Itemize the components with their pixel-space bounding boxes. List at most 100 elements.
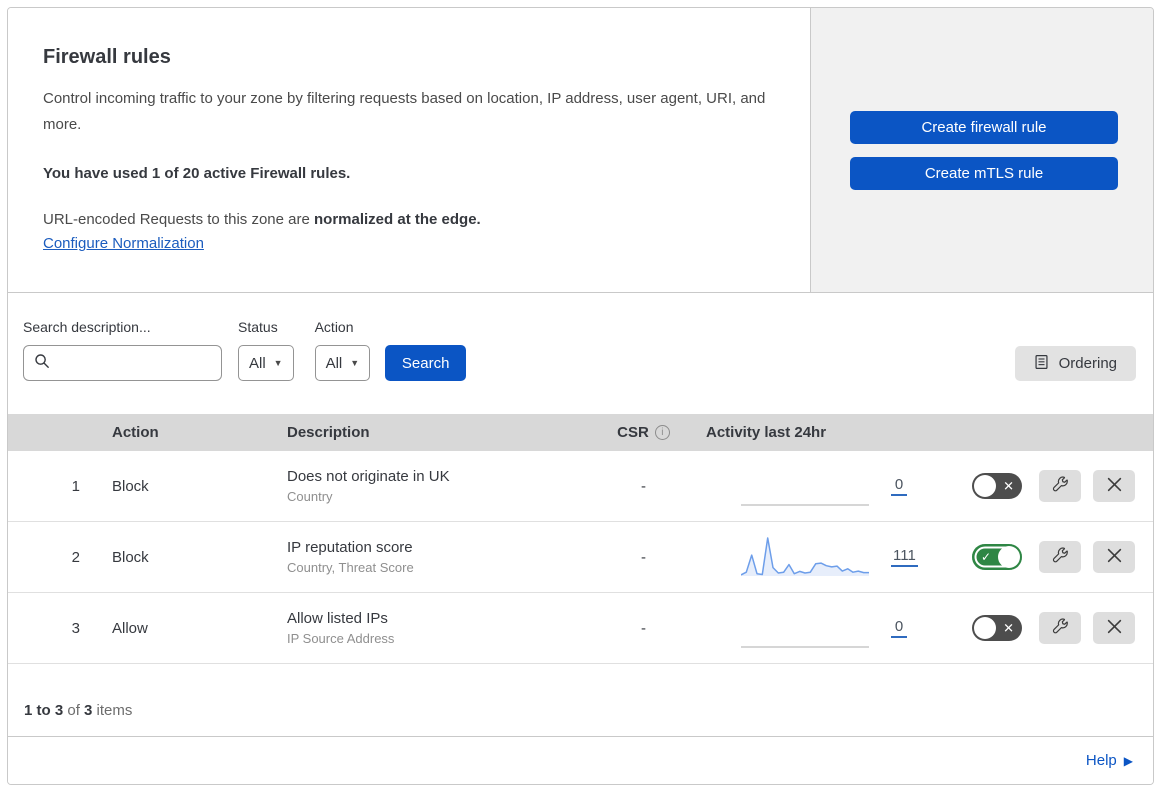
status-field: Status All ▼ bbox=[238, 319, 294, 381]
rule-csr: - bbox=[641, 619, 646, 637]
rule-description: Does not originate in UK bbox=[287, 468, 450, 485]
rule-description-cell: IP reputation score Country, Threat Scor… bbox=[279, 539, 596, 575]
rule-description: IP reputation score bbox=[287, 539, 413, 556]
ordering-button[interactable]: Ordering bbox=[1014, 346, 1136, 381]
rule-controls: ✕ bbox=[956, 470, 1153, 502]
rule-action: Block bbox=[112, 548, 149, 566]
enable-toggle[interactable]: ✕ bbox=[972, 473, 1022, 499]
col-action: Action bbox=[112, 424, 159, 441]
search-icon bbox=[34, 353, 50, 374]
status-dropdown-value: All bbox=[249, 354, 266, 372]
intro-card: Firewall rules Control incoming traffic … bbox=[8, 8, 811, 292]
rule-priority: 3 bbox=[71, 619, 80, 637]
rule-description-cell: Allow listed IPs IP Source Address bbox=[279, 610, 596, 646]
toggle-state-icon: ✓ bbox=[981, 550, 992, 564]
col-activity: Activity last 24hr bbox=[706, 424, 827, 441]
enable-toggle[interactable]: ✕ bbox=[972, 615, 1022, 641]
chevron-down-icon: ▼ bbox=[273, 358, 283, 368]
delete-rule-button[interactable] bbox=[1093, 612, 1135, 644]
info-icon[interactable]: i bbox=[654, 425, 670, 440]
rule-fields: IP Source Address bbox=[287, 631, 395, 646]
edit-rule-button[interactable] bbox=[1039, 470, 1081, 502]
search-description-input[interactable] bbox=[57, 354, 211, 372]
pagination-items: items bbox=[92, 702, 133, 719]
activity-count-link[interactable]: 111 bbox=[891, 547, 918, 567]
col-csr: CSR i bbox=[596, 424, 691, 441]
table-row: 1 Block Does not originate in UK Country… bbox=[8, 451, 1153, 522]
action-dropdown[interactable]: All ▼ bbox=[314, 345, 371, 381]
rule-csr: - bbox=[641, 477, 646, 495]
search-button-wrap: Search bbox=[385, 345, 467, 381]
normalization-text: URL-encoded Requests to this zone are bbox=[43, 211, 314, 228]
ordering-list-icon bbox=[1034, 354, 1049, 374]
action-label: Action bbox=[314, 319, 354, 335]
chevron-down-icon: ▼ bbox=[350, 358, 360, 368]
action-dropdown-value: All bbox=[325, 354, 343, 372]
page-description: Control incoming traffic to your zone by… bbox=[43, 90, 766, 133]
col-csr-label: CSR bbox=[617, 424, 649, 441]
activity-sparkline bbox=[741, 534, 869, 580]
configure-normalization-link[interactable]: Configure Normalization bbox=[43, 235, 204, 252]
rule-description-cell: Does not originate in UK Country bbox=[279, 468, 596, 504]
search-box bbox=[23, 345, 222, 381]
activity-count-link[interactable]: 0 bbox=[891, 476, 907, 496]
table-row: 2 Block IP reputation score Country, Thr… bbox=[8, 522, 1153, 593]
edit-rule-button[interactable] bbox=[1039, 612, 1081, 644]
ordering-button-label: Ordering bbox=[1058, 355, 1117, 372]
rule-priority: 2 bbox=[71, 548, 80, 566]
col-description: Description bbox=[287, 424, 370, 441]
normalization-bold-text: normalized at the edge. bbox=[314, 211, 481, 228]
search-button[interactable]: Search bbox=[385, 345, 467, 381]
delete-rule-button[interactable] bbox=[1093, 541, 1135, 573]
rule-action: Block bbox=[112, 477, 149, 495]
table-row: 3 Allow Allow listed IPs IP Source Addre… bbox=[8, 593, 1153, 664]
filter-bar: Search description... Status All ▼ Actio… bbox=[8, 293, 1153, 414]
rule-controls: ✓ bbox=[956, 541, 1153, 573]
action-field: Action All ▼ bbox=[314, 319, 371, 381]
rule-csr: - bbox=[641, 548, 646, 566]
table-body: 1 Block Does not originate in UK Country… bbox=[8, 451, 1153, 664]
status-label: Status bbox=[238, 319, 278, 335]
help-bar: Help ▶ bbox=[8, 737, 1153, 784]
delete-rule-button[interactable] bbox=[1093, 470, 1135, 502]
rule-priority: 1 bbox=[71, 477, 80, 495]
table-pagination: 1 to 3 of 3 items bbox=[8, 664, 1153, 737]
wrench-icon bbox=[1052, 547, 1069, 567]
search-field: Search description... bbox=[23, 319, 222, 381]
rule-activity-cell: 0 bbox=[691, 605, 956, 651]
create-mtls-rule-button[interactable]: Create mTLS rule bbox=[850, 156, 1118, 190]
search-label: Search description... bbox=[23, 319, 151, 335]
help-link[interactable]: Help ▶ bbox=[1086, 752, 1133, 769]
rule-controls: ✕ bbox=[956, 612, 1153, 644]
edit-rule-button[interactable] bbox=[1039, 541, 1081, 573]
rule-activity-cell: 0 bbox=[691, 463, 956, 509]
actions-panel: Create firewall rule Create mTLS rule bbox=[811, 8, 1153, 292]
toggle-knob bbox=[974, 475, 996, 497]
usage-summary: You have used 1 of 20 active Firewall ru… bbox=[43, 165, 351, 182]
page-title: Firewall rules bbox=[43, 46, 171, 68]
table-header: Action Description CSR i Activity last 24… bbox=[8, 414, 1153, 451]
pagination-of: of bbox=[63, 702, 85, 719]
toggle-state-icon: ✕ bbox=[1003, 478, 1014, 494]
arrow-right-icon: ▶ bbox=[1123, 753, 1133, 768]
x-icon bbox=[1106, 547, 1123, 567]
pagination-range: 1 to 3 bbox=[24, 702, 64, 719]
rule-fields: Country bbox=[287, 489, 333, 504]
wrench-icon bbox=[1052, 618, 1069, 638]
normalization-note: URL-encoded Requests to this zone are no… bbox=[43, 211, 770, 228]
activity-sparkline bbox=[741, 605, 869, 651]
x-icon bbox=[1106, 618, 1123, 638]
x-icon bbox=[1106, 476, 1123, 496]
enable-toggle[interactable]: ✓ bbox=[972, 544, 1022, 570]
create-firewall-rule-button[interactable]: Create firewall rule bbox=[850, 110, 1118, 144]
status-dropdown[interactable]: All ▼ bbox=[238, 345, 294, 381]
activity-count-link[interactable]: 0 bbox=[891, 618, 907, 638]
wrench-icon bbox=[1052, 476, 1069, 496]
header-section: Firewall rules Control incoming traffic … bbox=[8, 8, 1153, 293]
rule-fields: Country, Threat Score bbox=[287, 560, 414, 575]
firewall-rules-panel: Firewall rules Control incoming traffic … bbox=[7, 7, 1154, 785]
rule-action: Allow bbox=[112, 619, 148, 637]
toggle-state-icon: ✕ bbox=[1003, 620, 1014, 636]
toggle-knob bbox=[998, 546, 1020, 568]
help-link-label: Help bbox=[1085, 752, 1117, 769]
